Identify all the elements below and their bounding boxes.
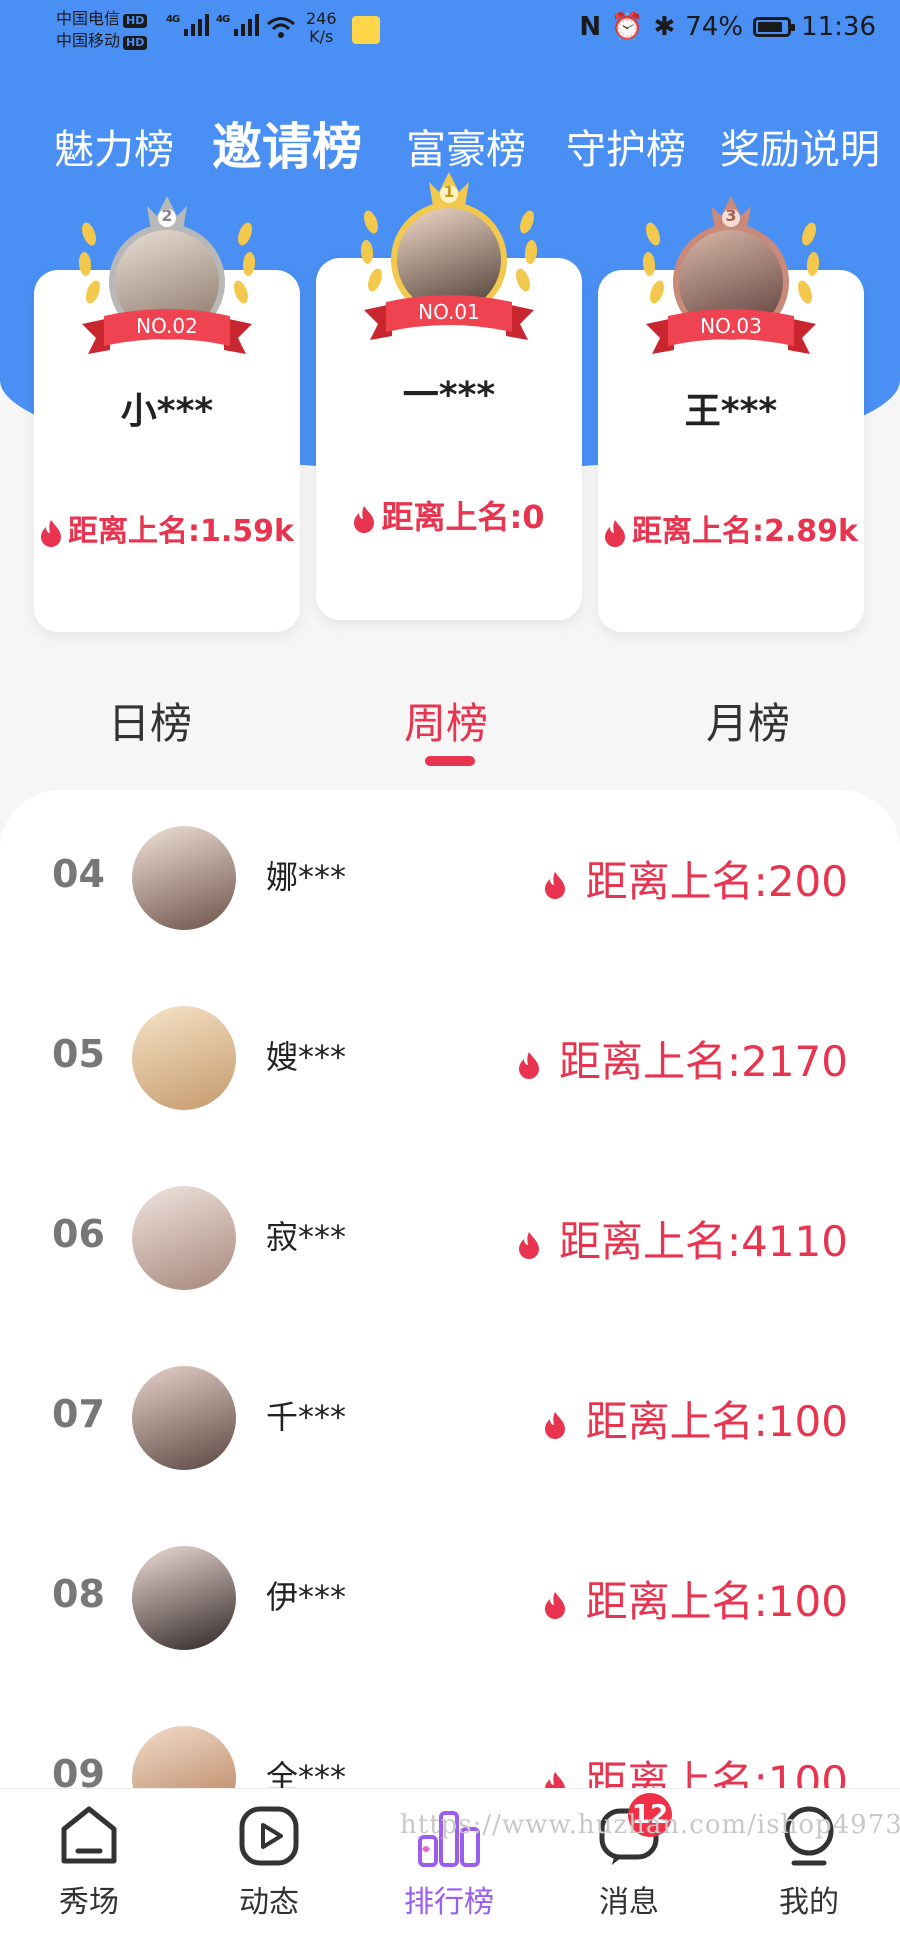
ranking-list: 04 娜*** 距离上名:200 05 嫂*** 距离上名:2170 06 寂*… [0, 790, 900, 1790]
active-tab-indicator [425, 756, 475, 766]
list-name: 伊*** [266, 1578, 347, 1616]
flame-icon [605, 519, 626, 547]
list-distance: 距离上名:100 [544, 1748, 848, 1790]
list-rank: 06 [52, 1212, 105, 1256]
flame-icon [518, 1051, 539, 1079]
list-name: 娜*** [266, 858, 347, 896]
list-name: 寂*** [266, 1218, 347, 1256]
list-name: 嫂*** [266, 1038, 347, 1076]
avatar[interactable] [132, 1726, 236, 1790]
tab-daily[interactable]: 日榜 [108, 690, 192, 751]
battery-icon [753, 17, 796, 37]
list-name: 全*** [266, 1758, 347, 1790]
tab-charm[interactable]: 魅力榜 [54, 117, 174, 175]
flame-icon [41, 519, 62, 547]
flame-icon [545, 1411, 566, 1439]
flame-icon [518, 1231, 539, 1259]
silver-crown-icon: 2 [145, 192, 189, 236]
podium-first-ribbon: NO.01 [364, 292, 534, 344]
nav-label: 秀场 [59, 1885, 119, 1920]
tab-rich[interactable]: 富豪榜 [406, 117, 526, 175]
tab-weekly[interactable]: 周榜 [404, 690, 488, 751]
podium-second-distance: 距离上名:1.59k [34, 506, 300, 550]
carrier-info: 中国电信 HD 中国移动 HD [56, 8, 148, 52]
avatar[interactable] [132, 1546, 236, 1650]
home-icon [56, 1803, 122, 1869]
nav-label: 消息 [599, 1885, 659, 1920]
podium-third-decoration: 3 NO.03 [621, 180, 841, 430]
podium-second-ribbon: NO.02 [82, 306, 252, 358]
leaderboard-tabs: 魅力榜 邀请榜 富豪榜 守护榜 奖励说明 [0, 105, 900, 176]
gold-crown-icon: 1 [427, 168, 471, 212]
hd-badge-2: HD [123, 36, 148, 50]
hd-badge-1: HD [123, 14, 148, 28]
list-rank: 04 [52, 852, 105, 896]
list-item[interactable]: 08 伊*** 距离上名:100 [0, 1510, 900, 1690]
nav-label: 我的 [779, 1885, 839, 1920]
avatar[interactable] [132, 1006, 236, 1110]
list-name: 千*** [266, 1398, 347, 1436]
nav-feed[interactable]: 动态 [204, 1803, 334, 1921]
list-item[interactable]: 04 娜*** 距离上名:200 [0, 790, 900, 970]
alarm-icon: ⏰ [611, 12, 644, 42]
tab-guard[interactable]: 守护榜 [566, 117, 686, 175]
podium-first-decoration: 1 NO.01 [339, 168, 559, 418]
podium-third-ribbon: NO.03 [646, 306, 816, 358]
list-item[interactable]: 07 千*** 距离上名:100 [0, 1330, 900, 1510]
nav-label: 排行榜 [404, 1885, 494, 1920]
nfc-icon: N [579, 12, 602, 42]
list-distance: 距离上名:4110 [518, 1208, 848, 1269]
network-speed: 246 K/s [306, 9, 337, 46]
flame-icon [545, 871, 566, 899]
list-rank: 08 [52, 1572, 105, 1616]
clock: 11:36 [801, 12, 876, 42]
tab-reward-rules[interactable]: 奖励说明 [720, 117, 880, 175]
signal-icon-1: 4G [166, 14, 210, 40]
nav-home[interactable]: 秀场 [24, 1803, 154, 1921]
wifi-icon [266, 16, 296, 44]
list-item[interactable]: 05 嫂*** 距离上名:2170 [0, 970, 900, 1150]
carrier-1: 中国电信 [56, 9, 121, 28]
signal-icon-2: 4G [216, 14, 260, 40]
battery-percent: 74% [685, 12, 744, 42]
flame-icon [545, 1591, 566, 1619]
podium-third-distance: 距离上名:2.89k [598, 506, 864, 550]
list-item[interactable]: 09 全*** 距离上名:100 [0, 1690, 900, 1790]
status-bar: 中国电信 HD 中国移动 HD 4G 4G 246 K/s N ⏰ ✱ 74% 11… [0, 0, 900, 60]
podium-second-decoration: 2 NO.02 [57, 180, 277, 430]
avatar[interactable] [132, 1186, 236, 1290]
app-notification-icon [352, 16, 380, 44]
list-rank: 07 [52, 1392, 105, 1436]
avatar[interactable] [132, 1366, 236, 1470]
nav-label: 动态 [239, 1885, 299, 1920]
list-rank: 05 [52, 1032, 105, 1076]
list-rank: 09 [52, 1752, 105, 1790]
status-right: N ⏰ ✱ 74% 11:36 [579, 12, 876, 42]
list-distance: 距离上名:100 [544, 1568, 848, 1629]
flame-icon [354, 506, 375, 533]
bronze-crown-icon: 3 [709, 192, 753, 236]
list-distance: 距离上名:100 [544, 1388, 848, 1449]
podium-first-distance: 距离上名:0 [316, 492, 582, 538]
list-distance: 距离上名:2170 [518, 1028, 848, 1089]
play-icon [236, 1803, 302, 1869]
watermark: https://www.huzhan.com/ishop4973 [400, 1810, 900, 1840]
avatar[interactable] [132, 826, 236, 930]
carrier-2: 中国移动 [56, 31, 121, 50]
period-tabs: 日榜 周榜 月榜 [0, 680, 900, 766]
bluetooth-icon: ✱ [653, 12, 676, 42]
tab-monthly[interactable]: 月榜 [706, 690, 790, 751]
list-distance: 距离上名:200 [544, 848, 848, 909]
list-item[interactable]: 06 寂*** 距离上名:4110 [0, 1150, 900, 1330]
